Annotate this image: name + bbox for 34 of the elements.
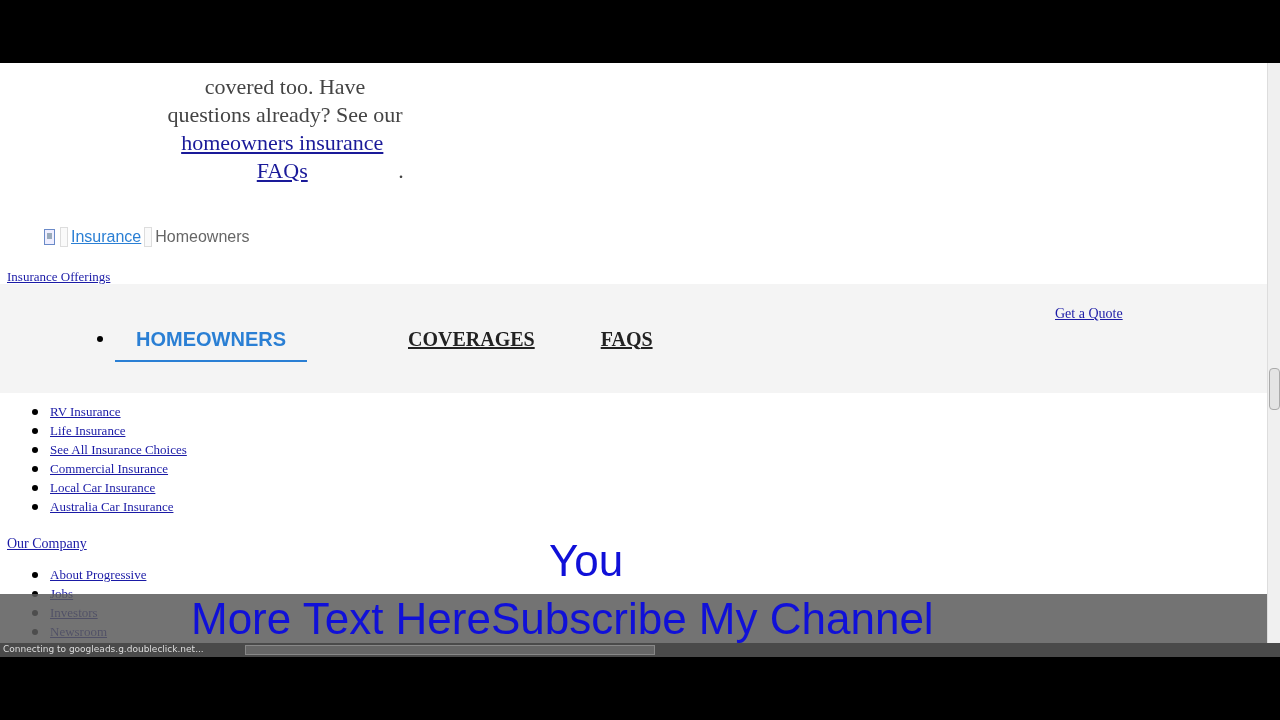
bullet-icon (32, 484, 38, 491)
caption-text: You (549, 535, 624, 587)
bullet-icon (32, 571, 38, 578)
separator-icon (60, 227, 68, 247)
footer-link[interactable]: Commercial Insurance (50, 460, 169, 477)
footer-link[interactable]: See All Insurance Choices (50, 441, 187, 458)
bullet-icon (32, 503, 38, 510)
bullet-icon (32, 427, 38, 434)
article-paragraph: covered too. Have questions already? See our homeowners insurance FAQs . (165, 73, 405, 185)
vertical-scrollbar[interactable] (1267, 63, 1280, 643)
nav-tab[interactable]: COVERAGES (387, 315, 556, 362)
section-heading-link[interactable]: Insurance Offerings (7, 269, 111, 284)
footer-link[interactable]: Life Insurance (50, 422, 126, 439)
bullet-icon (32, 465, 38, 472)
nav-tab[interactable]: HOMEOWNERS (115, 315, 307, 362)
get-quote-link[interactable]: Get a Quote (1055, 303, 1123, 324)
status-text: Connecting to googleads.g.doubleclick.net... (2, 643, 205, 657)
footer-link[interactable]: About Progressive (50, 566, 147, 583)
bullet-icon (32, 408, 38, 415)
breadcrumb-current: Homeowners (155, 227, 250, 247)
footer-link[interactable]: Australia Car Insurance (50, 498, 174, 515)
bullet-icon (32, 446, 38, 453)
section-heading-link[interactable]: Our Company (7, 536, 87, 551)
footer-link[interactable]: Local Car Insurance (50, 479, 156, 496)
breadcrumb-link[interactable]: Insurance (71, 225, 142, 249)
separator-icon (144, 227, 153, 247)
scroll-thumb[interactable] (1269, 368, 1280, 410)
nav-tab[interactable]: FAQS (579, 315, 674, 362)
home-icon[interactable] (44, 229, 55, 245)
horizontal-scrollbar[interactable] (245, 645, 655, 655)
caption-text: More Text HereSubscribe My Channel (191, 595, 934, 642)
footer-link[interactable]: RV Insurance (50, 403, 121, 420)
faq-link[interactable]: homeowners insurance FAQs (166, 129, 399, 185)
bullet-icon (97, 335, 103, 342)
